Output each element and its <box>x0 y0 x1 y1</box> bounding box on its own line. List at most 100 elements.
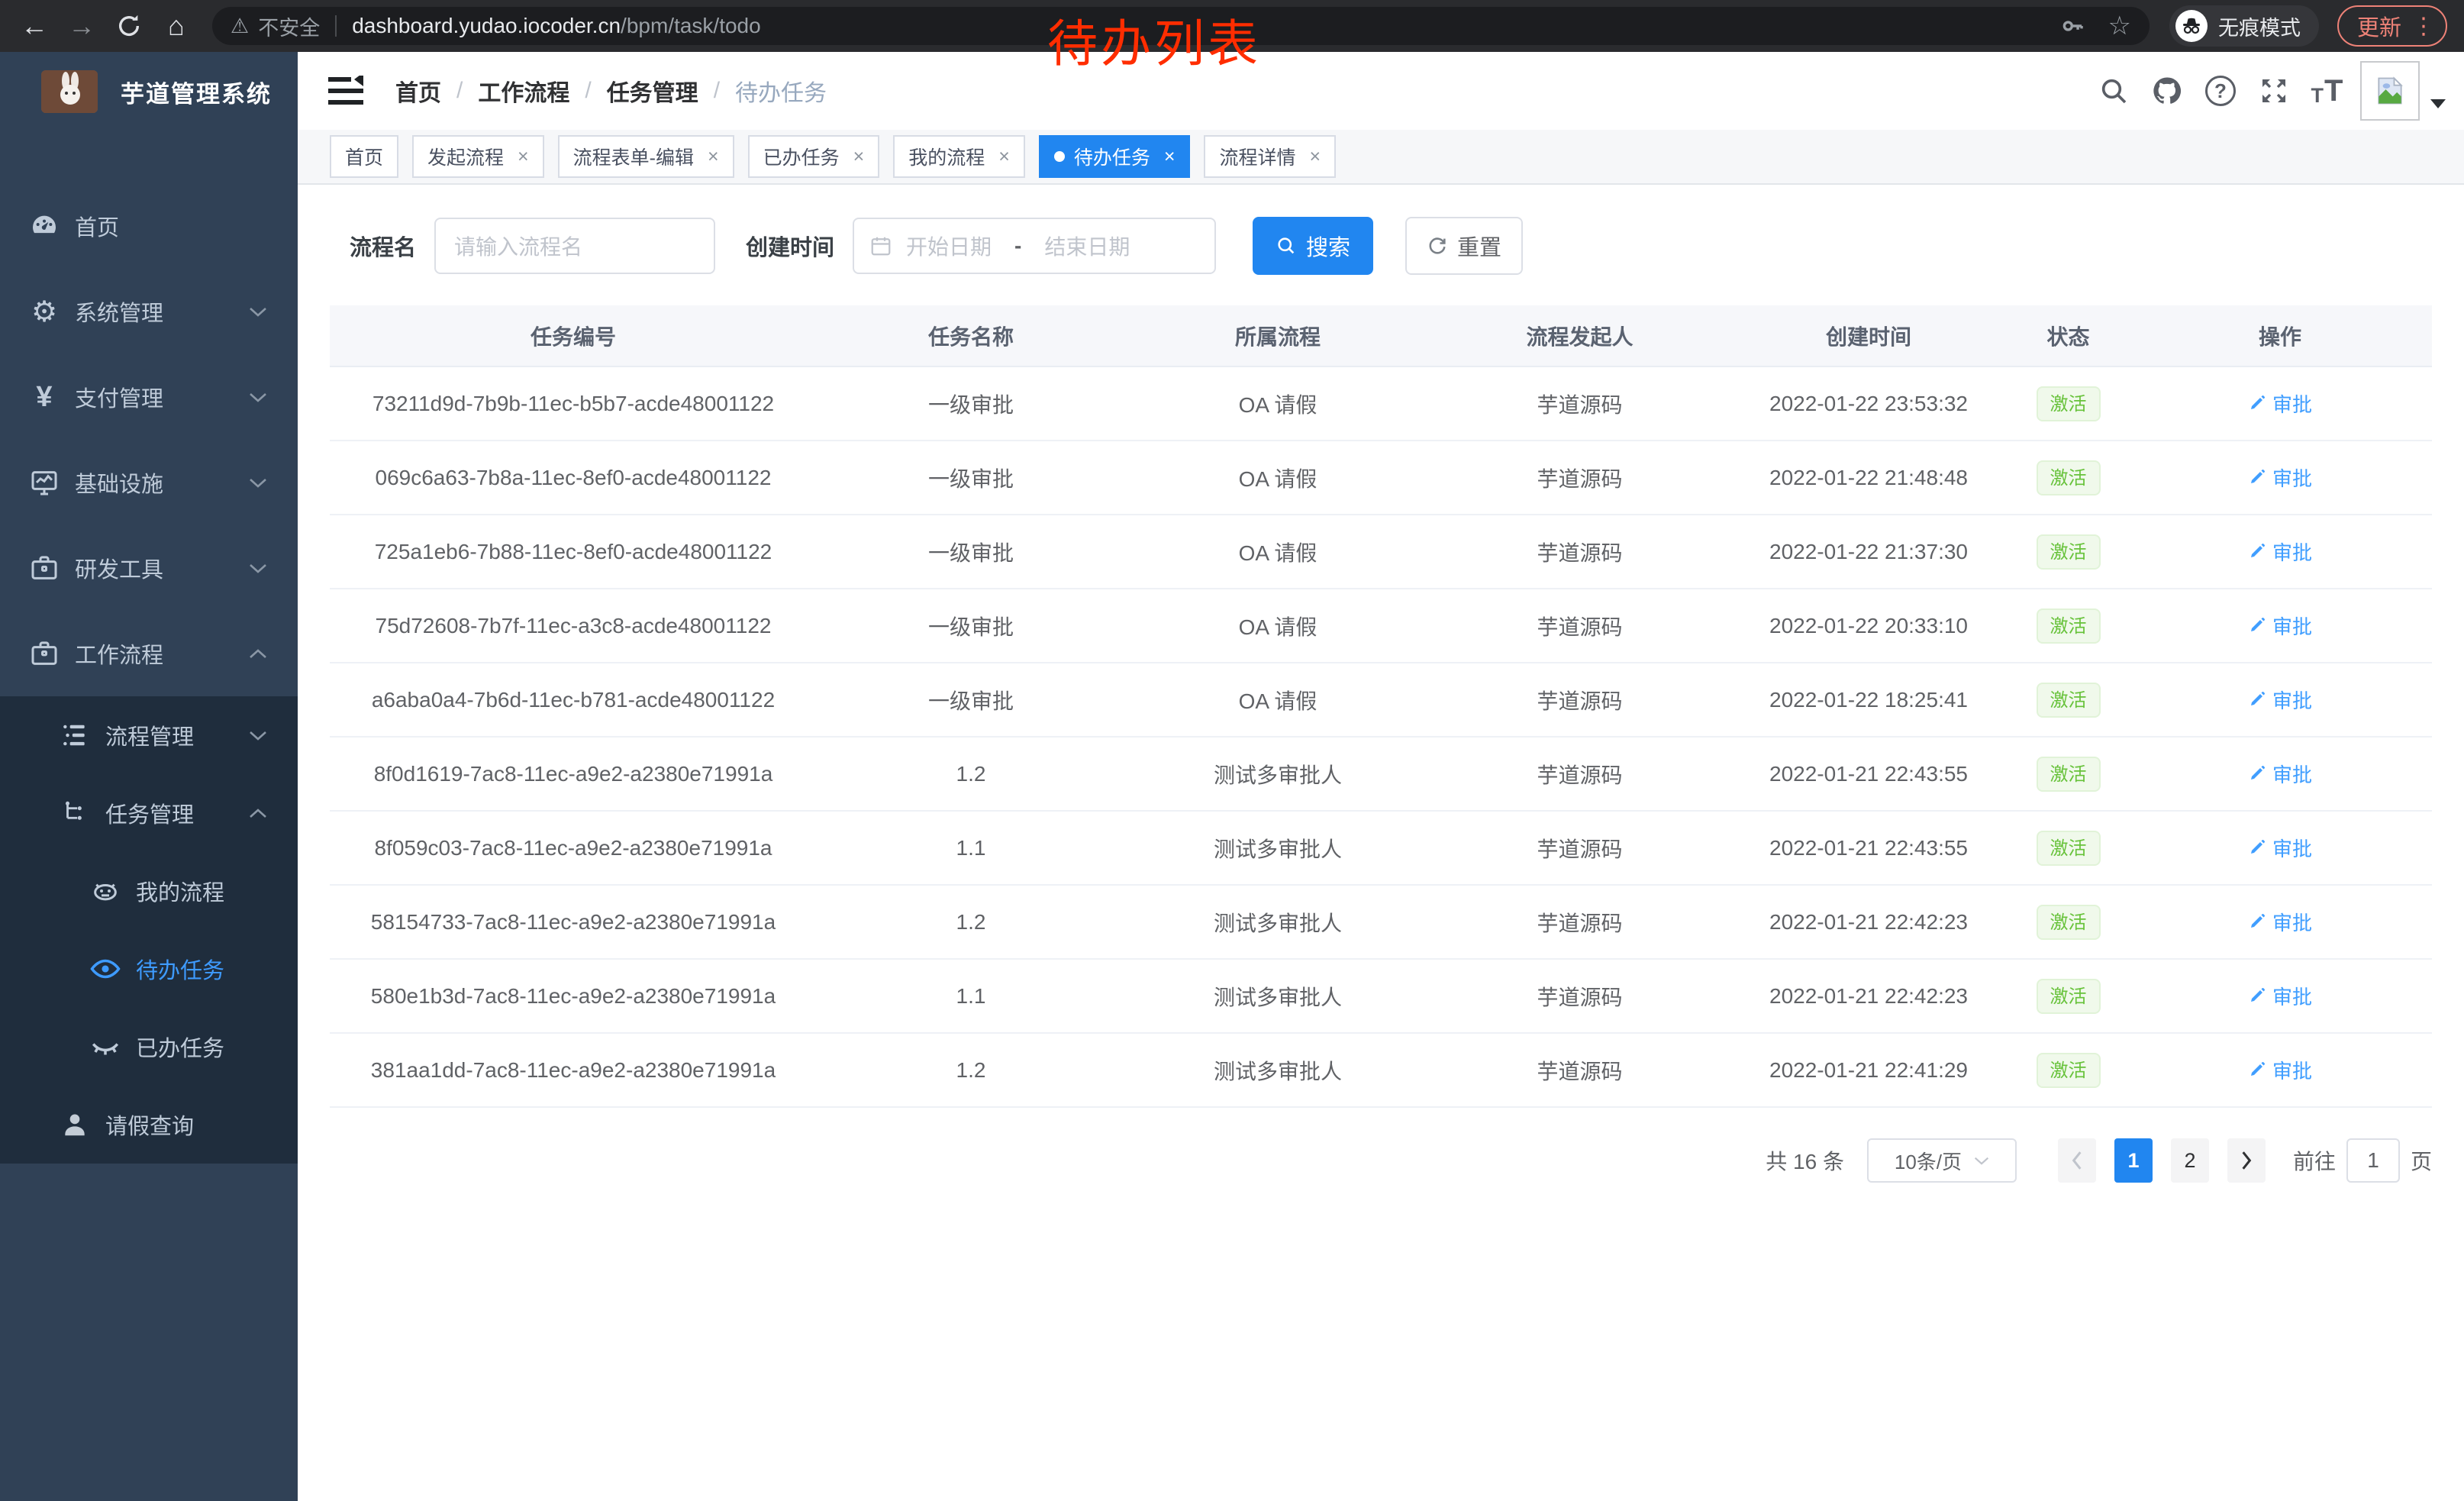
reset-button[interactable]: 重置 <box>1405 217 1523 275</box>
sidebar-collapse-button[interactable] <box>328 76 363 106</box>
github-link-button[interactable] <box>2140 52 2194 130</box>
breadcrumb: 首页 / 工作流程 / 任务管理 / 待办任务 <box>395 74 827 108</box>
status-badge: 激活 <box>2037 979 2101 1014</box>
prev-page-button[interactable] <box>2058 1138 2096 1183</box>
breadcrumb-task-management[interactable]: 任务管理 <box>607 74 698 108</box>
range-separator: - <box>1014 234 1021 258</box>
close-icon[interactable]: × <box>708 146 719 168</box>
sidebar-item-label: 我的流程 <box>136 875 224 907</box>
sidebar-item-payment[interactable]: ¥ 支付管理 <box>0 354 298 440</box>
close-icon[interactable]: × <box>998 146 1010 168</box>
sidebar-item-label: 系统管理 <box>75 295 163 328</box>
breadcrumb-workflow[interactable]: 工作流程 <box>478 74 569 108</box>
col-task-name: 任务名称 <box>817 305 1125 366</box>
col-starter: 流程发起人 <box>1430 305 1729 366</box>
tab-done-tasks[interactable]: 已办任务 × <box>748 135 880 178</box>
reload-icon <box>116 13 142 39</box>
sidebar-item-label: 工作流程 <box>75 638 163 670</box>
tab-my-process[interactable]: 我的流程 × <box>893 135 1025 178</box>
page-unit-label: 页 <box>2411 1145 2432 1176</box>
fullscreen-button[interactable] <box>2247 52 2301 130</box>
approve-link[interactable]: 审批 <box>2248 834 2312 862</box>
tab-process-detail[interactable]: 流程详情 × <box>1204 135 1336 178</box>
goto-label: 前往 <box>2293 1145 2336 1176</box>
app-title: 芋道管理系统 <box>121 75 272 109</box>
status-badge: 激活 <box>2037 460 2101 495</box>
page-size-select[interactable]: 10条/页 <box>1867 1138 2017 1183</box>
avatar-caret-icon[interactable] <box>2430 99 2446 108</box>
browser-reload-button[interactable] <box>111 8 147 44</box>
sidebar: 芋道管理系统 首页 ⚙ 系统管理 ¥ 支付管理 <box>0 52 298 1501</box>
browser-forward-button[interactable]: → <box>64 8 99 44</box>
status-badge: 激活 <box>2037 757 2101 792</box>
security-label: 不安全 <box>258 11 320 41</box>
browser-update-button[interactable]: 更新 ⋮ <box>2337 5 2447 47</box>
approve-link[interactable]: 审批 <box>2248 463 2312 492</box>
sidebar-item-home[interactable]: 首页 <box>0 183 298 269</box>
sidebar-logo-row[interactable]: 芋道管理系统 <box>0 52 298 131</box>
sidebar-item-my-process[interactable]: 我的流程 <box>0 852 298 930</box>
page-button-2[interactable]: 2 <box>2171 1138 2209 1183</box>
table-header-row: 任务编号 任务名称 所属流程 流程发起人 创建时间 状态 操作 <box>330 305 2432 366</box>
sidebar-item-todo-tasks[interactable]: 待办任务 <box>0 930 298 1008</box>
update-label: 更新 <box>2357 10 2401 42</box>
approve-link[interactable]: 审批 <box>2248 982 2312 1010</box>
close-icon[interactable]: × <box>518 146 529 168</box>
sidebar-menu: 首页 ⚙ 系统管理 ¥ 支付管理 基础设施 <box>0 183 298 1164</box>
close-icon[interactable]: × <box>1309 146 1321 168</box>
edit-pen-icon <box>2248 690 2266 709</box>
col-actions: 操作 <box>2128 305 2432 366</box>
url-host: dashboard.yudao.iocoder.cn <box>352 14 621 38</box>
sidebar-item-infrastructure[interactable]: 基础设施 <box>0 440 298 525</box>
incognito-icon <box>2175 10 2208 42</box>
active-dot <box>1054 151 1065 162</box>
date-range-picker[interactable]: 开始日期 - 结束日期 <box>853 218 1216 274</box>
sidebar-item-task-management[interactable]: 任务管理 <box>0 774 298 852</box>
col-task-id: 任务编号 <box>330 305 817 366</box>
sidebar-item-label: 流程管理 <box>105 719 194 751</box>
close-icon[interactable]: × <box>853 146 865 168</box>
password-key-icon[interactable] <box>2059 13 2085 39</box>
approve-link[interactable]: 审批 <box>2248 389 2312 418</box>
chevron-left-icon <box>2071 1151 2083 1170</box>
tab-todo-tasks[interactable]: 待办任务 × <box>1039 135 1191 178</box>
chevron-right-icon <box>2240 1151 2253 1170</box>
page-button-1[interactable]: 1 <box>2114 1138 2153 1183</box>
goto-page-input[interactable]: 1 <box>2346 1138 2400 1183</box>
help-button[interactable] <box>2194 52 2247 130</box>
process-name-label: 流程名 <box>350 230 416 262</box>
tab-process-form-edit[interactable]: 流程表单-编辑 × <box>558 135 734 178</box>
sidebar-item-process-management[interactable]: 流程管理 <box>0 696 298 774</box>
font-size-button[interactable] <box>2301 52 2354 130</box>
end-date-placeholder: 结束日期 <box>1044 231 1130 261</box>
sidebar-item-system[interactable]: ⚙ 系统管理 <box>0 269 298 354</box>
approve-link[interactable]: 审批 <box>2248 686 2312 714</box>
approve-link[interactable]: 审批 <box>2248 1056 2312 1084</box>
chevron-down-icon <box>249 730 267 741</box>
tab-start-process[interactable]: 发起流程 × <box>412 135 544 178</box>
approve-link[interactable]: 审批 <box>2248 908 2312 936</box>
sidebar-item-done-tasks[interactable]: 已办任务 <box>0 1008 298 1086</box>
sidebar-item-label: 首页 <box>75 210 119 242</box>
bookmark-star-icon[interactable]: ☆ <box>2108 11 2131 41</box>
header-search-button[interactable] <box>2087 52 2140 130</box>
search-button[interactable]: 搜索 <box>1253 217 1373 275</box>
sidebar-item-label: 任务管理 <box>105 797 194 829</box>
avatar[interactable] <box>2360 61 2420 121</box>
browser-home-button[interactable]: ⌂ <box>159 8 194 44</box>
sidebar-item-leave-query[interactable]: 请假查询 <box>0 1086 298 1164</box>
process-name-input[interactable]: 请输入流程名 <box>434 218 715 274</box>
col-process: 所属流程 <box>1125 305 1430 366</box>
breadcrumb-home[interactable]: 首页 <box>395 74 441 108</box>
browser-menu-dots-icon[interactable]: ⋮ <box>2412 13 2435 40</box>
close-icon[interactable]: × <box>1164 146 1176 168</box>
browser-back-button[interactable]: ← <box>17 8 52 44</box>
next-page-button[interactable] <box>2227 1138 2266 1183</box>
approve-link[interactable]: 审批 <box>2248 760 2312 788</box>
approve-link[interactable]: 审批 <box>2248 612 2312 640</box>
sidebar-item-workflow[interactable]: 工作流程 <box>0 611 298 696</box>
approve-link[interactable]: 审批 <box>2248 537 2312 566</box>
sidebar-item-dev-tools[interactable]: 研发工具 <box>0 525 298 611</box>
chevron-down-icon <box>1974 1156 1989 1165</box>
tab-home[interactable]: 首页 <box>330 135 398 178</box>
